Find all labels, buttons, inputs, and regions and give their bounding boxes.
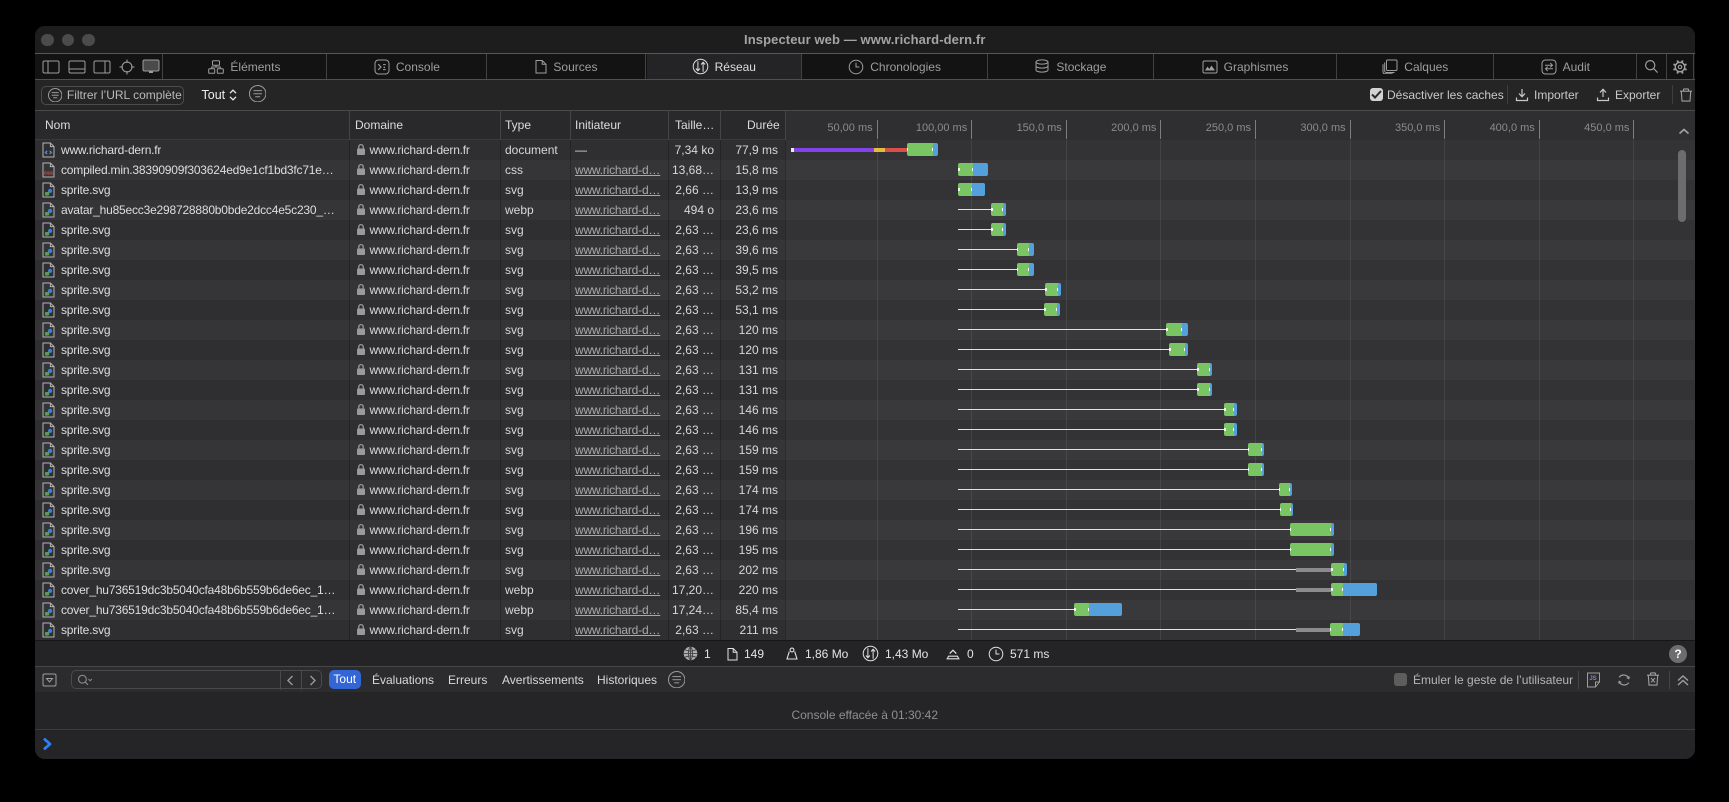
svg-text:JS: JS xyxy=(1589,676,1596,682)
svg-text:css: css xyxy=(44,170,53,176)
